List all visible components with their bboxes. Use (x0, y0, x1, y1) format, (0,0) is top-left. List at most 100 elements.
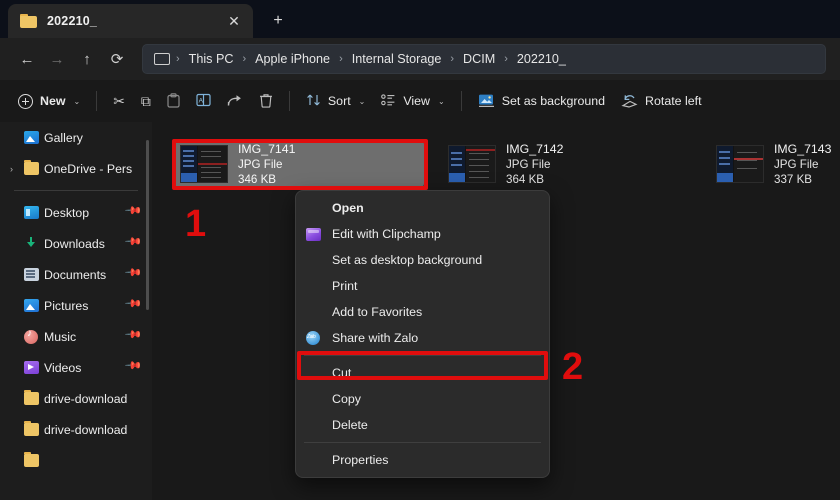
sidebar-scrollbar[interactable] (146, 140, 149, 310)
sidebar-item-downloads[interactable]: Downloads 📌 (0, 228, 152, 259)
title-bar: 202210_ ✕ + (0, 0, 840, 38)
breadcrumb-separator: › (176, 53, 180, 65)
new-tab-button[interactable]: + (265, 8, 291, 34)
sidebar-item-pictures[interactable]: Pictures 📌 (0, 290, 152, 321)
pin-icon: 📌 (124, 294, 143, 313)
divider (460, 91, 462, 111)
forward-icon[interactable]: → (42, 45, 72, 73)
breadcrumb-separator: › (504, 53, 508, 65)
menu-item-delete[interactable]: Delete (296, 412, 549, 438)
menu-item-label: Delete (332, 418, 368, 432)
menu-item-add-to-favorites[interactable]: Add to Favorites (296, 299, 549, 325)
file-thumbnail (716, 145, 764, 183)
file-size: 337 KB (774, 172, 813, 186)
pin-icon: 📌 (124, 356, 143, 375)
plus-icon (18, 93, 33, 109)
sidebar-item-drive-download-1[interactable]: drive-download (0, 383, 152, 414)
menu-separator (304, 442, 541, 443)
file-type: JPG File (506, 157, 551, 171)
set-as-background-button[interactable]: Set as background (470, 86, 613, 116)
menu-item-cut[interactable]: Cut (296, 360, 549, 386)
new-button[interactable]: New ⌄ (10, 86, 88, 116)
sidebar-item-label: drive-download (44, 422, 128, 437)
sidebar-item-label: Gallery (44, 130, 83, 145)
sidebar-item-videos[interactable]: Videos 📌 (0, 352, 152, 383)
sidebar-item-drive-download-2[interactable]: drive-download (0, 414, 152, 445)
sidebar-item-partial[interactable] (0, 445, 152, 476)
pin-icon: 📌 (124, 232, 143, 251)
close-icon[interactable]: ✕ (223, 10, 245, 32)
file-thumbnail (180, 145, 228, 183)
share-button[interactable] (219, 86, 251, 116)
view-icon (381, 93, 396, 109)
file-explorer-window: 202210_ ✕ + ← → ↑ ⟳ › This PC › Apple iP… (0, 0, 840, 500)
menu-item-label: Properties (332, 453, 389, 467)
sidebar-item-onedrive[interactable]: › OneDrive - Pers (0, 153, 152, 184)
menu-item-label: Cut (332, 366, 352, 380)
gallery-icon (24, 131, 44, 144)
breadcrumb-separator: › (450, 53, 455, 65)
menu-item-share-with-zalo[interactable]: Share with Zalo (296, 325, 549, 351)
sidebar-item-label: OneDrive - Pers (44, 161, 133, 176)
file-type: JPG File (774, 157, 819, 171)
menu-item-open[interactable]: Open (296, 195, 549, 221)
rotate-left-button[interactable]: Rotate left (613, 86, 709, 116)
clipboard-icon (167, 92, 180, 110)
breadcrumb-item-internal-storage[interactable]: Internal Storage (346, 49, 448, 69)
rename-button[interactable]: A (188, 86, 219, 116)
file-item[interactable]: IMG_7142 JPG File 364 KB (440, 140, 692, 188)
menu-item-print[interactable]: Print (296, 273, 549, 299)
annotation-step-1: 1 (185, 203, 207, 245)
delete-button[interactable] (251, 86, 281, 116)
back-icon[interactable]: ← (12, 45, 42, 73)
file-thumbnail (448, 145, 496, 183)
sidebar-item-music[interactable]: Music 📌 (0, 321, 152, 352)
copy-button[interactable]: ⧉ (133, 86, 159, 116)
navigation-bar: ← → ↑ ⟳ › This PC › Apple iPhone › Inter… (0, 38, 840, 80)
pin-icon: 📌 (124, 201, 143, 220)
up-icon[interactable]: ↑ (72, 45, 102, 73)
file-size: 364 KB (506, 172, 545, 186)
view-button[interactable]: View ⌄ (373, 86, 452, 116)
menu-item-edit-with-clipchamp[interactable]: Edit with Clipchamp (296, 221, 549, 247)
downloads-icon (24, 237, 44, 250)
breadcrumb-item-dcim[interactable]: DCIM (457, 49, 501, 69)
folder-icon (24, 452, 44, 467)
address-bar[interactable]: › This PC › Apple iPhone › Internal Stor… (142, 44, 826, 74)
menu-item-label: Open (332, 201, 364, 215)
sort-icon (306, 93, 321, 109)
menu-item-label: Set as desktop background (332, 253, 483, 267)
paste-button[interactable] (159, 86, 188, 116)
menu-separator (304, 355, 541, 356)
menu-item-set-as-desktop-background[interactable]: Set as desktop background (296, 247, 549, 273)
chevron-right-icon[interactable]: › (10, 164, 24, 174)
copy-icon: ⧉ (140, 93, 151, 109)
breadcrumb-item-this-pc[interactable]: This PC (183, 49, 240, 69)
file-item[interactable]: IMG_7143 JPG File 337 KB (708, 140, 840, 188)
sidebar-item-label: Downloads (44, 236, 105, 251)
menu-item-copy[interactable]: Copy (296, 386, 549, 412)
sidebar-item-label: Videos (44, 360, 82, 375)
sidebar-item-documents[interactable]: Documents 📌 (0, 259, 152, 290)
context-menu: Open Edit with Clipchamp Set as desktop … (295, 190, 550, 478)
sidebar-item-desktop[interactable]: Desktop 📌 (0, 197, 152, 228)
chevron-down-icon: ⌄ (438, 96, 445, 106)
breadcrumb-separator: › (339, 53, 343, 65)
browser-tab-active[interactable]: 202210_ ✕ (8, 4, 253, 38)
set-as-background-label: Set as background (501, 94, 606, 108)
file-name: IMG_7141 (238, 141, 296, 156)
sort-button[interactable]: Sort ⌄ (298, 86, 373, 116)
share-icon (227, 93, 243, 109)
menu-item-label: Edit with Clipchamp (332, 227, 441, 241)
menu-item-label: Copy (332, 392, 361, 406)
file-item[interactable]: IMG_7141 JPG File 346 KB (172, 140, 424, 188)
sidebar-item-gallery[interactable]: Gallery (0, 122, 152, 153)
cut-button[interactable]: ✂ (105, 86, 133, 116)
breadcrumb-item-apple-iphone[interactable]: Apple iPhone (249, 49, 336, 69)
refresh-icon[interactable]: ⟳ (102, 45, 132, 73)
menu-item-properties[interactable]: Properties (296, 447, 549, 473)
breadcrumb-item-current[interactable]: 202210_ (511, 49, 572, 69)
svg-text:A: A (199, 98, 204, 105)
rename-icon: A (196, 93, 211, 109)
folder-icon (20, 14, 37, 28)
